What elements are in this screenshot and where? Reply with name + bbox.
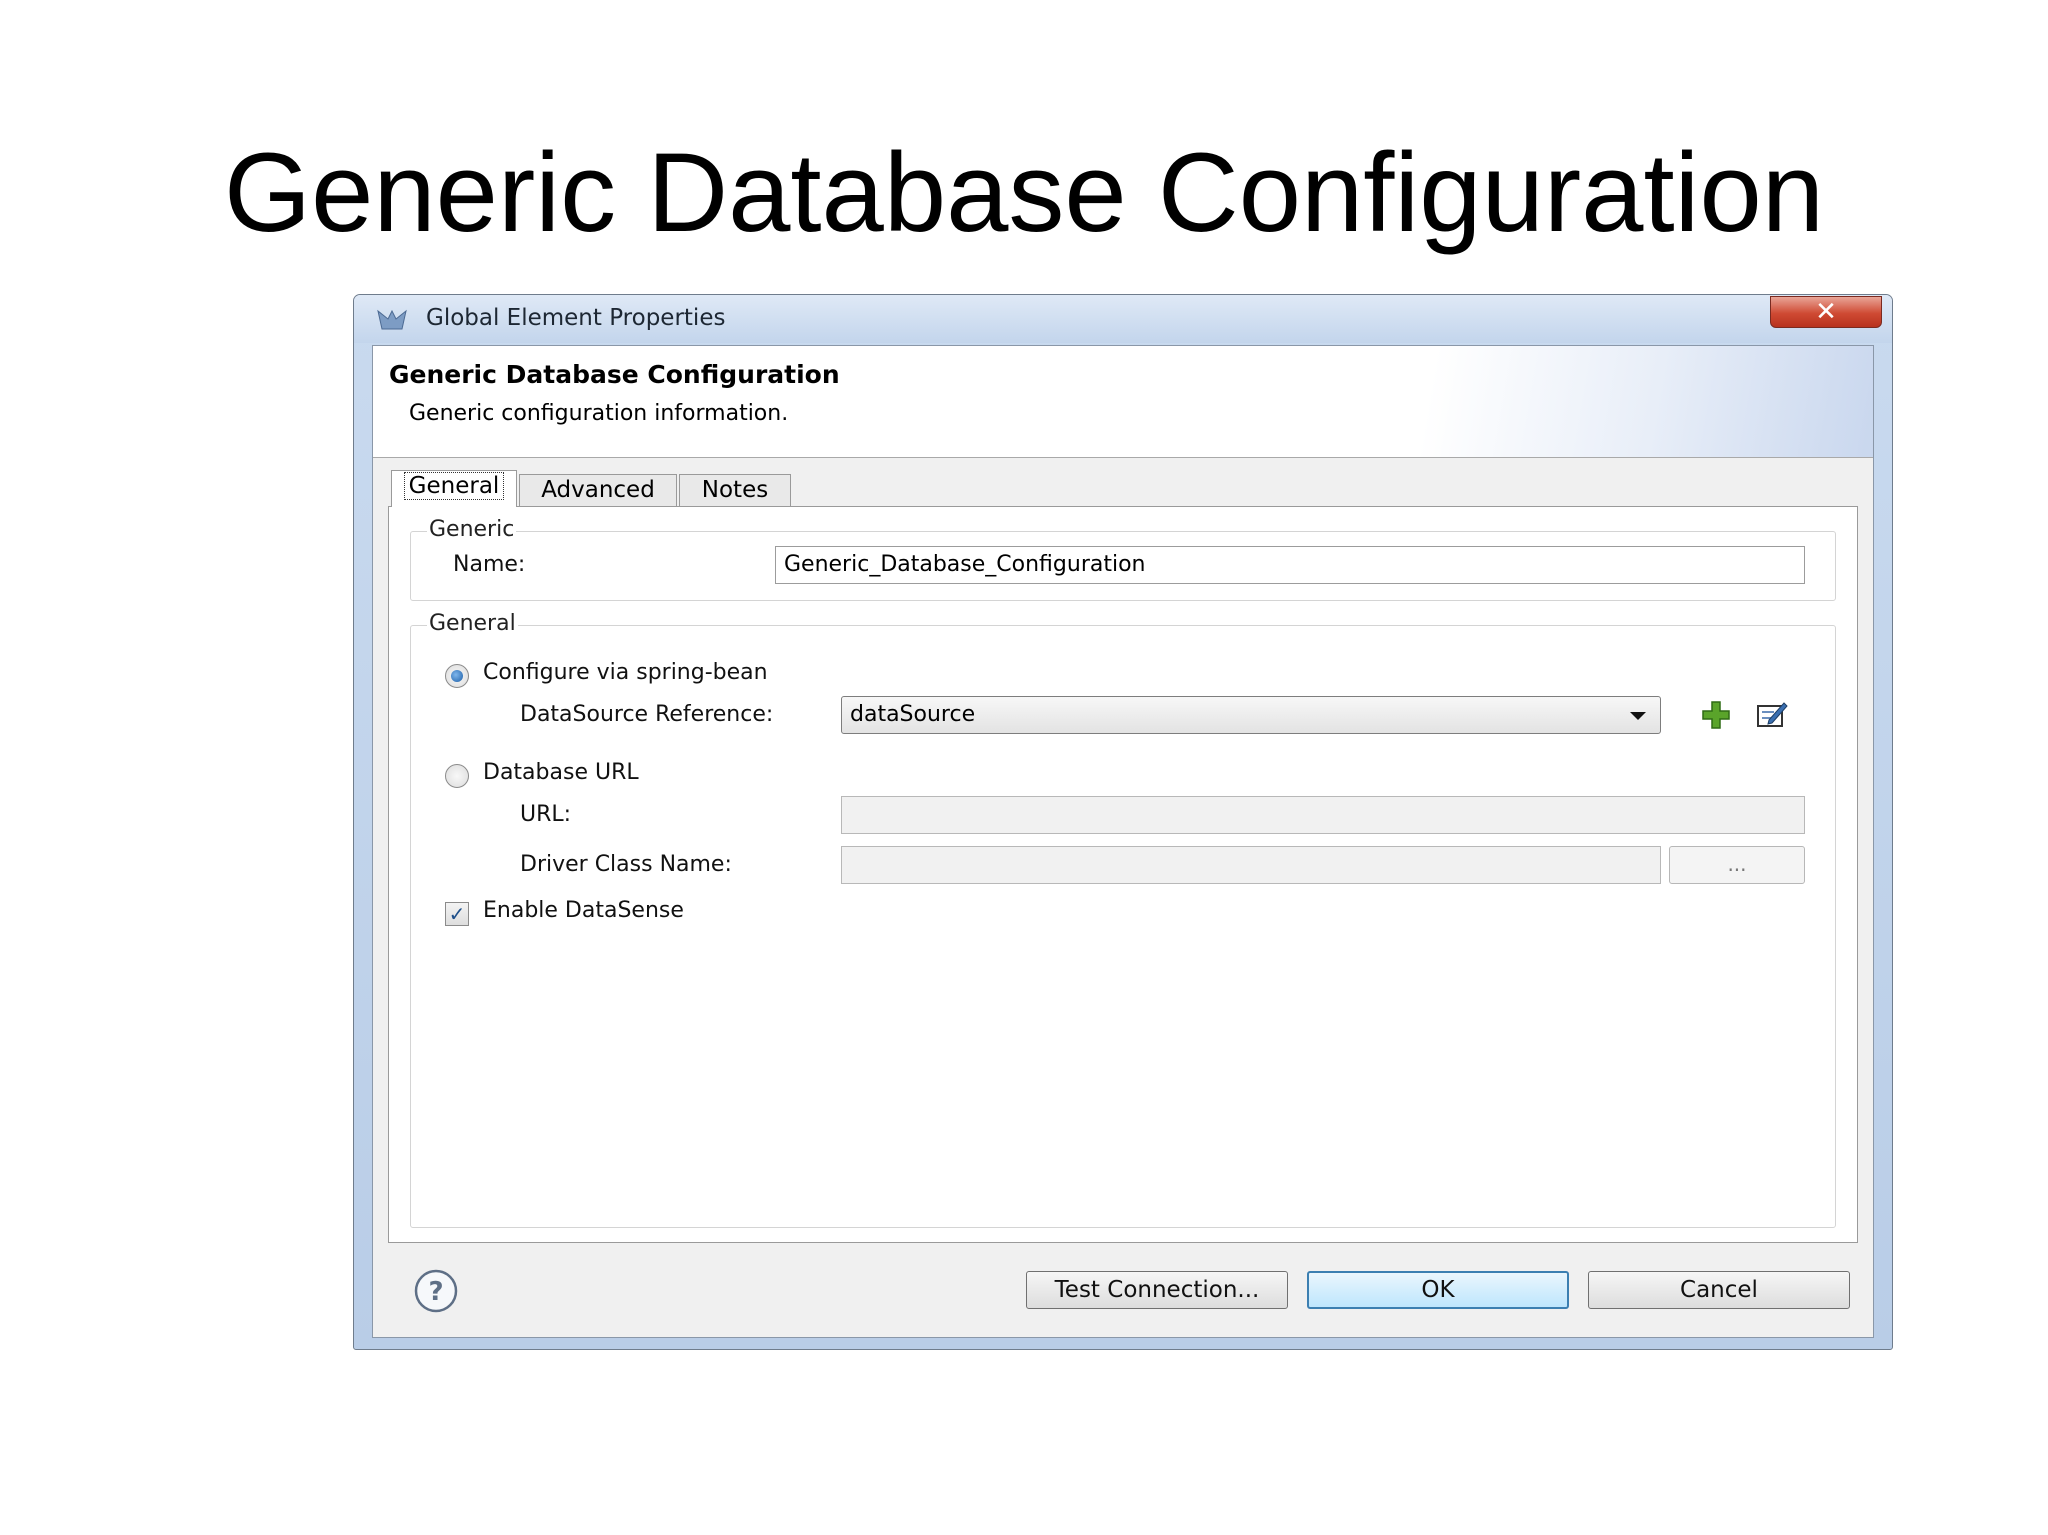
tab-general-label: General: [403, 472, 505, 500]
general-tab-panel: Generic Name: Generic_Database_Configura…: [388, 506, 1858, 1243]
app-icon: [377, 309, 407, 330]
generic-group-legend: Generic: [427, 517, 517, 542]
close-icon: ✕: [1815, 297, 1837, 327]
chevron-down-icon: [1630, 712, 1646, 720]
database-url-radio[interactable]: [445, 764, 469, 788]
enable-datasense-label: Enable DataSense: [483, 898, 684, 923]
name-input[interactable]: Generic_Database_Configuration: [775, 546, 1805, 584]
header-title: Generic Database Configuration: [389, 360, 840, 389]
plus-icon[interactable]: [1699, 698, 1733, 732]
general-group-legend: General: [427, 611, 518, 636]
name-label: Name:: [453, 552, 526, 577]
edit-icon[interactable]: [1755, 698, 1789, 732]
enable-datasense-checkbox[interactable]: ✓: [445, 902, 469, 926]
database-url-label: Database URL: [483, 760, 639, 785]
global-element-properties-dialog: Global Element Properties ✕ Generic Data…: [353, 294, 1893, 1350]
datasource-reference-value: dataSource: [850, 702, 976, 727]
driver-class-name-label: Driver Class Name:: [520, 852, 732, 877]
test-connection-button[interactable]: Test Connection...: [1026, 1271, 1288, 1309]
tab-notes[interactable]: Notes: [679, 474, 791, 506]
url-label: URL:: [520, 802, 572, 827]
datasource-reference-label: DataSource Reference:: [520, 702, 774, 727]
general-group: General Configure via spring-bean DataSo…: [410, 611, 1836, 1228]
browse-driver-button[interactable]: ...: [1669, 846, 1805, 884]
svg-text:?: ?: [428, 1277, 443, 1307]
spring-bean-label: Configure via spring-bean: [483, 660, 768, 685]
datasource-reference-select[interactable]: dataSource: [841, 696, 1661, 734]
tab-advanced[interactable]: Advanced: [519, 474, 677, 506]
window-title: Global Element Properties: [426, 305, 726, 331]
slide-title: Generic Database Configuration: [223, 130, 1825, 255]
dialog-header: Generic Database Configuration Generic c…: [373, 346, 1873, 458]
ok-button[interactable]: OK: [1307, 1271, 1569, 1309]
header-description: Generic configuration information.: [409, 401, 789, 426]
driver-class-name-input[interactable]: [841, 846, 1661, 884]
spring-bean-radio[interactable]: [445, 664, 469, 688]
tab-general[interactable]: General: [391, 470, 517, 507]
url-input[interactable]: [841, 796, 1805, 834]
close-button[interactable]: ✕: [1770, 296, 1882, 328]
generic-group: Generic Name: Generic_Database_Configura…: [410, 517, 1836, 601]
help-icon[interactable]: ?: [413, 1268, 459, 1314]
cancel-button[interactable]: Cancel: [1588, 1271, 1850, 1309]
check-icon: ✓: [448, 902, 466, 926]
window-titlebar[interactable]: Global Element Properties ✕: [354, 295, 1892, 343]
dialog-client-area: Generic Database Configuration Generic c…: [372, 345, 1874, 1338]
